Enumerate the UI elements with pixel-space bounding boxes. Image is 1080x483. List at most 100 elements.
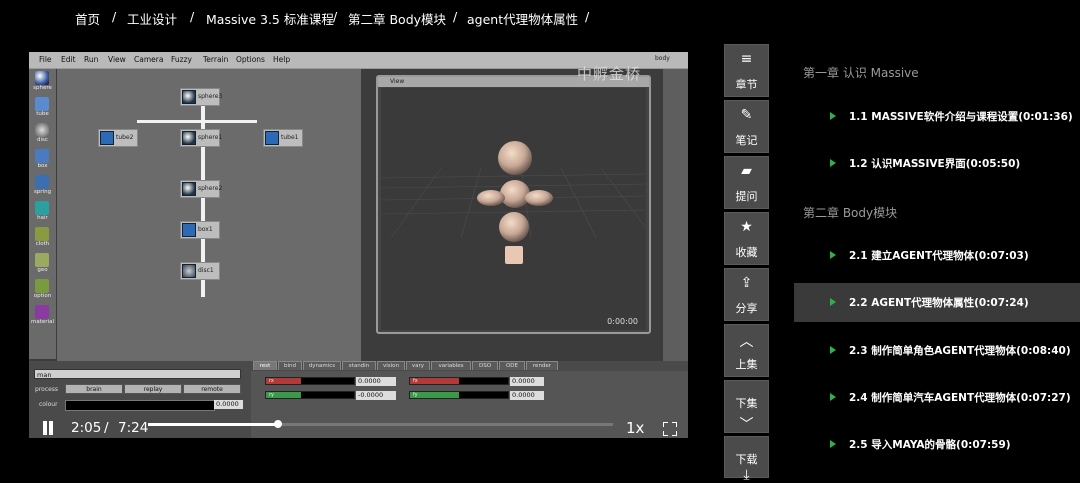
lesson-item[interactable]: 1.2 认识MASSIVE界面(0:05:50) [794, 144, 1080, 183]
node-sphere1[interactable]: sphere1 [180, 129, 222, 147]
node-canvas: sphere3 tube2 sphere1 tube1 sphere2 box1… [57, 69, 361, 361]
ry-value: -0.0000 [356, 391, 396, 400]
agent-figure [381, 141, 646, 264]
lesson-item-active[interactable]: 2.2 AGENT代理物体属性(0:07:24) [794, 283, 1080, 322]
ask-button[interactable]: ▰ 提问 [724, 156, 769, 209]
tool-disc: disc [31, 123, 54, 147]
menu-terrain: Terrain [203, 55, 229, 64]
share-button[interactable]: ⇪ 分享 [724, 268, 769, 321]
side-strip [663, 69, 688, 369]
lesson-item[interactable]: 2.4 制作简单汽车AGENT代理物体(0:07:27) [794, 378, 1080, 417]
lesson-item[interactable]: 1.1 MASSIVE软件介绍与课程设置(0:01:36) [794, 97, 1080, 136]
node-box1[interactable]: box1 [180, 221, 220, 239]
breadcrumb-separator: / [112, 9, 117, 24]
watermark: 中孵金桥 [577, 65, 642, 83]
tool-box: box [31, 149, 54, 173]
node-sphere3[interactable]: sphere3 [180, 88, 222, 106]
favorite-button[interactable]: ★ 收藏 [724, 212, 769, 265]
video-player[interactable]: File Edit Run View Camera Fuzzy Terrain … [29, 52, 688, 438]
tool-sphere: sphere [31, 71, 54, 95]
folder-icon: ▰ [741, 163, 752, 179]
download-icon: ⤓ [743, 467, 750, 483]
viewport-3d: 0:00:00 [381, 88, 646, 330]
breadcrumb-industrial-design[interactable]: 工业设计 [127, 9, 177, 28]
breadcrumb-separator: / [585, 9, 590, 24]
node-tube2[interactable]: tube2 [98, 129, 138, 147]
node-tube1[interactable]: tube1 [263, 129, 303, 147]
wire [137, 120, 257, 123]
process-label: process [35, 386, 59, 393]
menu-view: View [108, 55, 126, 64]
node-sphere2[interactable]: sphere2 [180, 180, 222, 198]
chapter-title: 第二章 Body模块 [803, 206, 898, 220]
tab-dynamics: dynamics [303, 361, 341, 370]
fullscreen-button[interactable] [662, 421, 678, 437]
breadcrumb-course[interactable]: Massive 3.5 标准课程 [206, 9, 334, 28]
menu-options: Options [236, 55, 265, 64]
menu-help: Help [273, 55, 291, 64]
player-controls: 2:05 / 7:24 1x [29, 416, 688, 438]
play-icon [830, 251, 836, 259]
chapters-button[interactable]: ≡ 章节 [724, 44, 769, 97]
favorite-label: 收藏 [735, 246, 758, 259]
total-time: 7:24 [118, 420, 149, 436]
breadcrumb: 首页 / 工业设计 / Massive 3.5 标准课程 / 第二章 Body模… [0, 0, 720, 34]
play-icon [830, 298, 836, 306]
play-icon [830, 159, 836, 167]
chapter-title: 第一章 认识 Massive [803, 66, 919, 80]
tool-hair: hair [31, 201, 54, 225]
seek-bar[interactable] [148, 420, 613, 428]
fx-slider: fx [409, 377, 509, 385]
remote-button: remote [183, 384, 241, 394]
seek-thumb[interactable] [274, 420, 283, 428]
lesson-label: 2.4 制作简单汽车AGENT代理物体(0:07:27) [849, 392, 1071, 404]
lesson-item[interactable]: 2.3 制作简单角色AGENT代理物体(0:08:40) [794, 331, 1080, 370]
download-button[interactable]: 下载 ⤓ [724, 436, 769, 483]
agent-name-field: man [34, 369, 241, 379]
current-time: 2:05 [71, 420, 102, 436]
lesson-item[interactable]: 2.1 建立AGENT代理物体(0:07:03) [794, 236, 1080, 275]
lesson-label: 2.2 AGENT代理物体属性(0:07:24) [849, 297, 1029, 309]
tab-standin: standin [342, 361, 376, 370]
rx-slider: rx [265, 377, 355, 385]
download-label: 下载 [735, 453, 758, 466]
breadcrumb-lesson[interactable]: agent代理物体属性 [467, 9, 578, 28]
lesson-label: 2.1 建立AGENT代理物体(0:07:03) [849, 250, 1029, 262]
lesson-label: 2.5 导入MAYA的骨骼(0:07:59) [849, 439, 1011, 451]
colour-bar [65, 400, 215, 411]
fx-value: 0.0000 [510, 377, 544, 386]
play-icon [830, 346, 836, 354]
fy-value: 0.0000 [510, 391, 544, 400]
tab-ode: ODE [499, 361, 525, 370]
lesson-label: 1.2 认识MASSIVE界面(0:05:50) [849, 158, 1021, 170]
notes-label: 笔记 [735, 134, 758, 147]
tab-render: render [526, 361, 558, 370]
fullscreen-icon [662, 421, 678, 437]
tab-dso: DSO [472, 361, 498, 370]
breadcrumb-separator: / [190, 9, 195, 24]
node-disc1[interactable]: disc1 [180, 262, 220, 280]
brain-button: brain [65, 384, 123, 394]
notes-button[interactable]: ✎ 笔记 [724, 100, 769, 153]
menu-run: Run [84, 55, 99, 64]
next-episode-button[interactable]: 下集 ﹀ [724, 380, 769, 433]
pause-button[interactable] [41, 421, 55, 435]
tab-rest: rest [253, 361, 277, 370]
fy-slider: fy [409, 391, 509, 399]
prev-episode-button[interactable]: ︿ 上集 [724, 324, 769, 377]
chevron-up-icon: ︿ [739, 334, 754, 350]
view-title: View [390, 78, 405, 85]
lesson-item[interactable]: 2.5 导入MAYA的骨骼(0:07:59) [794, 425, 1080, 464]
tool-spring: spring [31, 175, 54, 199]
lesson-label: 1.1 MASSIVE软件介绍与课程设置(0:01:36) [849, 111, 1073, 123]
tool-option: option [31, 279, 54, 303]
breadcrumb-chapter[interactable]: 第二章 Body模块 [348, 9, 446, 28]
pencil-icon: ✎ [740, 107, 753, 123]
playback-speed-button[interactable]: 1x [626, 419, 644, 437]
time-separator: / [104, 420, 109, 436]
colour-value: 0.0000 [214, 400, 243, 409]
star-icon: ★ [740, 219, 753, 235]
body-tab: body [655, 55, 670, 62]
ry-slider: ry [265, 391, 355, 399]
breadcrumb-home[interactable]: 首页 [75, 9, 100, 28]
